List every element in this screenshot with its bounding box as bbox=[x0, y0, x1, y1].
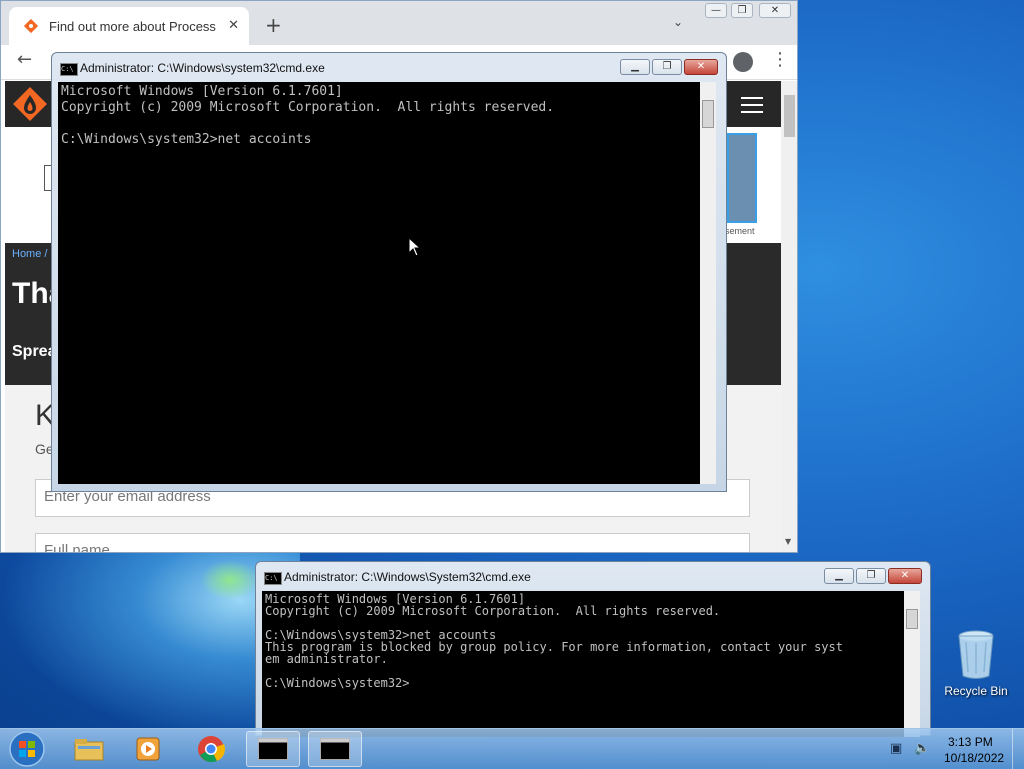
start-button-icon[interactable] bbox=[6, 729, 48, 769]
back-button[interactable]: ← bbox=[17, 49, 32, 70]
wallpaper-highlight bbox=[200, 560, 260, 600]
clock-time[interactable]: 3:13 PM bbox=[948, 735, 993, 749]
cmd-main-console[interactable]: Microsoft Windows [Version 6.1.7601] Cop… bbox=[58, 82, 700, 484]
cmd-main-title: Administrator: C:\Windows\system32\cmd.e… bbox=[80, 61, 325, 75]
browser-maximize-button[interactable]: ❐ bbox=[731, 3, 753, 18]
volume-icon[interactable]: 🔈 bbox=[914, 741, 930, 756]
command-prompt-icon bbox=[258, 738, 288, 760]
taskbar-chrome-button[interactable] bbox=[184, 731, 238, 767]
breadcrumb[interactable]: Home / bbox=[12, 248, 47, 260]
clock-date[interactable]: 10/18/2022 bbox=[944, 751, 1004, 765]
folder-icon bbox=[74, 739, 104, 761]
cmd-main-output: Microsoft Windows [Version 6.1.7601] Cop… bbox=[61, 84, 555, 147]
chrome-icon bbox=[198, 736, 225, 763]
article-subtitle: Sprea bbox=[12, 343, 57, 360]
cmd-second-scrollbar[interactable] bbox=[904, 591, 920, 737]
hamburger-menu-icon[interactable] bbox=[741, 97, 763, 113]
cmd-second-close-button[interactable]: ✕ bbox=[888, 568, 922, 584]
cmd-main-scrollbar[interactable] bbox=[700, 82, 716, 484]
browser-tab-bar: Find out more about Process Ha ✕ + ⌄ — ❐… bbox=[1, 1, 797, 45]
mouse-cursor-icon bbox=[408, 237, 422, 257]
cmd-main-close-button[interactable]: ✕ bbox=[684, 59, 718, 75]
cmd-main-minimize-button[interactable]: ▁ bbox=[620, 59, 650, 75]
scroll-down-arrow-icon[interactable]: ▼ bbox=[785, 537, 791, 546]
browser-minimize-button[interactable]: — bbox=[705, 3, 727, 18]
new-tab-button[interactable]: + bbox=[265, 13, 282, 37]
cmd-app-icon: C:\ bbox=[264, 572, 282, 585]
cmd-window-second: C:\ Administrator: C:\Windows\System32\c… bbox=[255, 561, 931, 737]
cmd-app-icon: C:\ bbox=[60, 63, 78, 76]
cmd-second-console[interactable]: Microsoft Windows [Version 6.1.7601] Cop… bbox=[262, 591, 904, 737]
cmd-second-titlebar[interactable]: C:\ Administrator: C:\Windows\System32\c… bbox=[256, 562, 930, 590]
tab-close-icon[interactable]: ✕ bbox=[228, 18, 239, 33]
cmd-main-titlebar[interactable]: C:\ Administrator: C:\Windows\system32\c… bbox=[52, 53, 726, 81]
cmd-main-maximize-button[interactable]: ❐ bbox=[652, 59, 682, 75]
advertisement-image[interactable] bbox=[727, 133, 757, 223]
cmd-main-scrollbar-thumb[interactable] bbox=[702, 100, 714, 128]
recycle-bin-shortcut[interactable]: Recycle Bin bbox=[940, 628, 1012, 700]
cmd-second-output: Microsoft Windows [Version 6.1.7601] Cop… bbox=[265, 592, 843, 690]
media-player-icon bbox=[136, 737, 160, 761]
taskbar-media-player-button[interactable] bbox=[122, 731, 176, 767]
show-desktop-button[interactable] bbox=[1012, 729, 1024, 769]
tab-search-chevron-icon[interactable]: ⌄ bbox=[673, 15, 683, 29]
cmd-second-minimize-button[interactable]: ▁ bbox=[824, 568, 854, 584]
advertisement-label: sement bbox=[725, 226, 755, 236]
site-logo-icon[interactable] bbox=[11, 85, 49, 123]
taskbar: ▣ 🔈 3:13 PM 10/18/2022 bbox=[0, 728, 1024, 769]
taskbar-cmd-button-1[interactable] bbox=[246, 731, 300, 767]
cmd-second-maximize-button[interactable]: ❐ bbox=[856, 568, 886, 584]
full-name-field[interactable]: Full name bbox=[35, 533, 750, 552]
cmd-second-title: Administrator: C:\Windows\System32\cmd.e… bbox=[284, 570, 531, 584]
cmd-second-scrollbar-thumb[interactable] bbox=[906, 609, 918, 629]
cmd-window-main: C:\ Administrator: C:\Windows\system32\c… bbox=[51, 52, 727, 492]
command-prompt-icon bbox=[320, 738, 350, 760]
page-scrollbar-thumb[interactable] bbox=[784, 95, 795, 137]
browser-tab[interactable]: Find out more about Process Ha ✕ bbox=[9, 7, 249, 45]
profile-icon[interactable] bbox=[733, 52, 753, 72]
taskbar-cmd-button-2[interactable] bbox=[308, 731, 362, 767]
recycle-bin-icon bbox=[958, 630, 994, 679]
browser-menu-icon[interactable]: ⋮ bbox=[771, 49, 789, 70]
site-favicon-icon bbox=[23, 18, 39, 34]
taskbar-explorer-button[interactable] bbox=[62, 731, 116, 767]
browser-close-button[interactable]: ✕ bbox=[759, 3, 791, 18]
page-scrollbar[interactable]: ▼ bbox=[781, 81, 797, 552]
tab-title: Find out more about Process Ha bbox=[49, 18, 219, 34]
recycle-bin-label: Recycle Bin bbox=[944, 684, 1008, 698]
network-icon[interactable]: ▣ bbox=[890, 741, 902, 756]
